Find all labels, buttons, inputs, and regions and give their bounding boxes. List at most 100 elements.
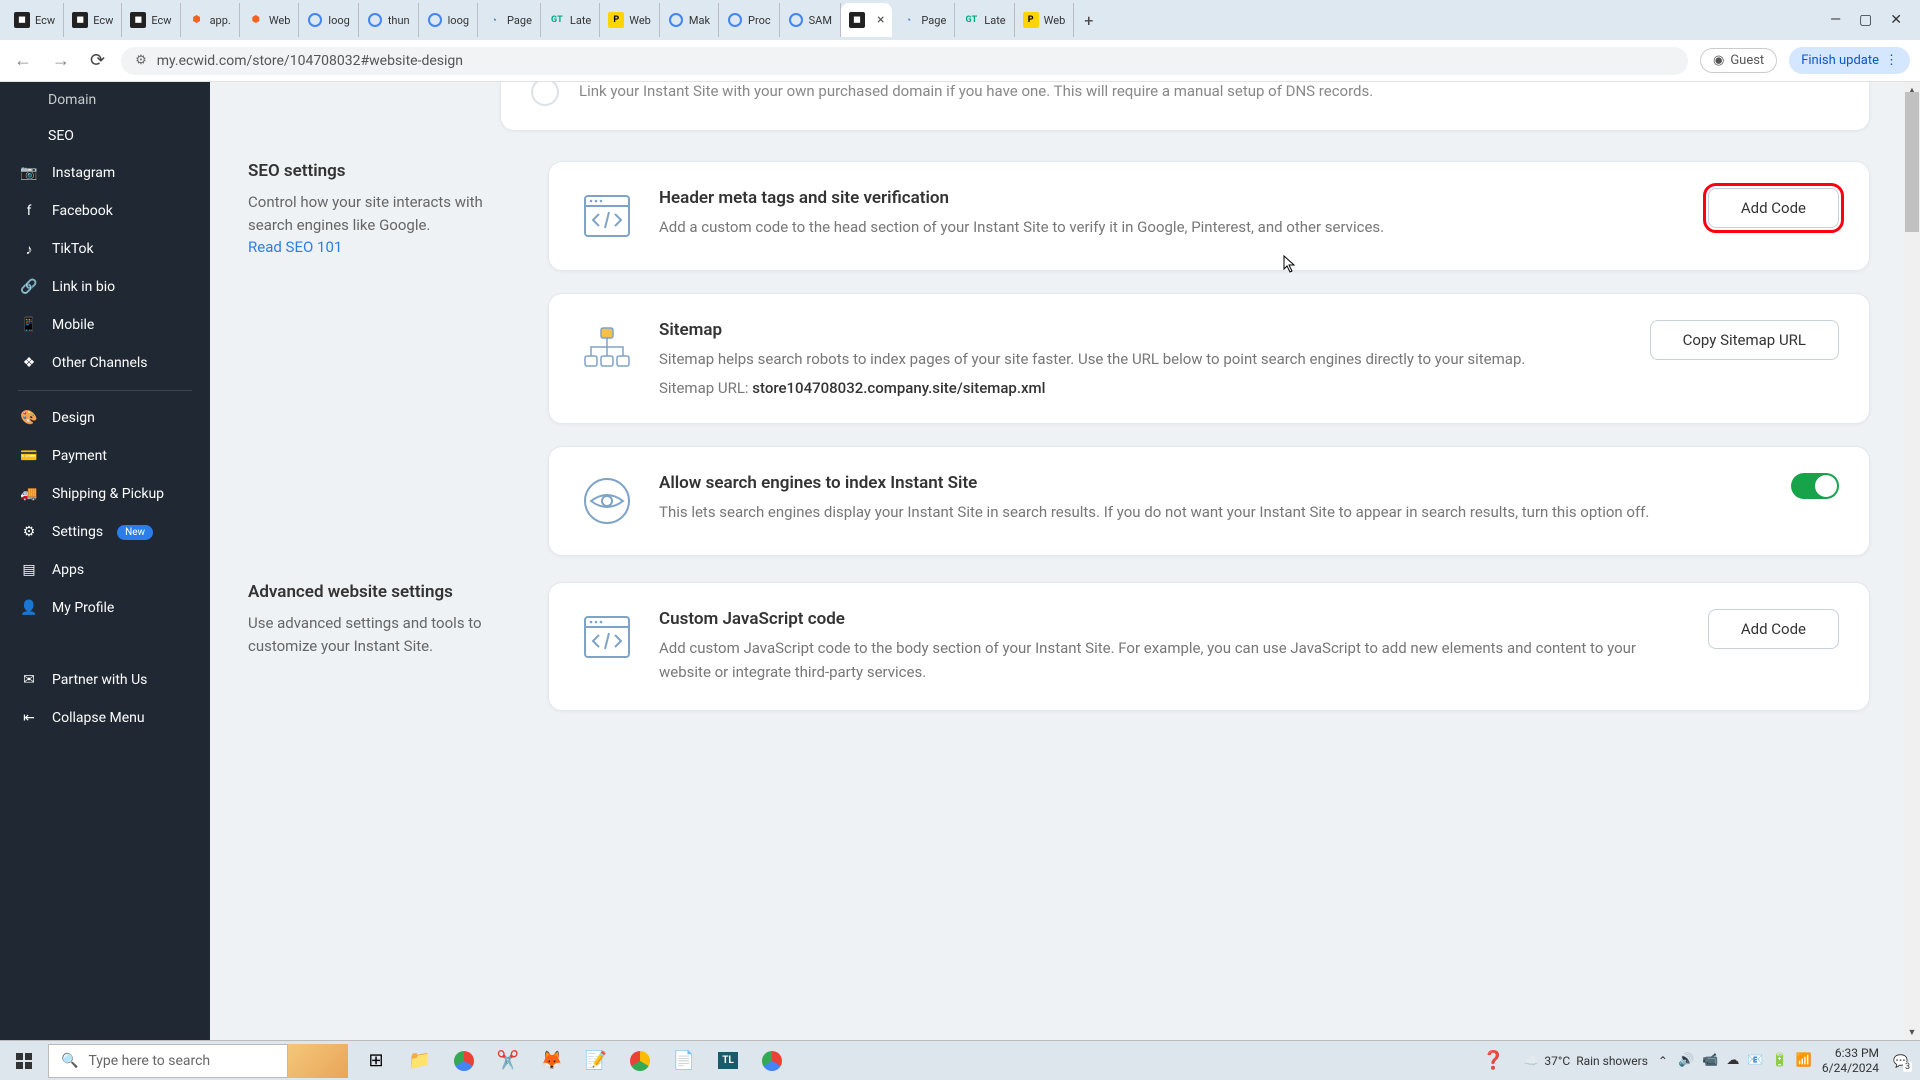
task-view-button[interactable]: ⊞ (356, 1041, 396, 1080)
main-content: Link your Instant Site with your own pur… (210, 82, 1920, 1040)
browser-tab[interactable]: Mak (660, 3, 719, 37)
taskbar-search[interactable]: 🔍 Type here to search (48, 1044, 288, 1078)
index-toggle[interactable] (1791, 473, 1839, 499)
sitemap-url-value: store104708032.company.site/sitemap.xml (752, 379, 1045, 397)
url-text: my.ecwid.com/store/104708032#website-des… (157, 53, 463, 69)
new-tab-button[interactable]: + (1074, 11, 1103, 30)
seo-section-title: SEO settings (248, 161, 510, 181)
weather-widget[interactable]: ☁️ 37°C Rain showers (1523, 1054, 1647, 1068)
back-button[interactable]: ← (10, 46, 36, 75)
maximize-button[interactable]: ▢ (1859, 12, 1872, 28)
tiktok-icon: ♪ (20, 240, 38, 258)
sidebar-item-collapse-menu[interactable]: ⇤Collapse Menu (0, 699, 210, 737)
kebab-icon: ⋮ (1885, 53, 1898, 68)
minimize-button[interactable]: — (1830, 12, 1841, 28)
browser-tab[interactable]: ◼× (841, 3, 892, 37)
chrome-icon[interactable] (444, 1041, 484, 1080)
sidebar-item-mobile[interactable]: 📱Mobile (0, 306, 210, 344)
browser-tab[interactable]: ◔Page (892, 3, 955, 37)
sitemap-icon (579, 320, 635, 376)
reload-button[interactable]: ⟳ (86, 46, 109, 75)
onedrive-icon[interactable]: ☁ (1726, 1053, 1739, 1068)
tray-expand-icon[interactable]: ⌃ (1658, 1054, 1668, 1068)
url-input[interactable]: ⚙ my.ecwid.com/store/104708032#website-d… (121, 47, 1688, 75)
browser-tab[interactable]: thun (359, 3, 419, 37)
browser-tab[interactable]: ◼Ecw (122, 3, 180, 37)
browser-tab[interactable]: GTLate (955, 3, 1014, 37)
search-highlight-image (288, 1044, 348, 1078)
site-settings-icon[interactable]: ⚙ (135, 53, 147, 68)
scroll-down-arrow[interactable]: ▼ (1904, 1024, 1920, 1040)
sidebar-item-link-in-bio[interactable]: 🔗Link in bio (0, 268, 210, 306)
seo-101-link[interactable]: Read SEO 101 (248, 238, 342, 256)
scrollbar[interactable]: ▲ ▼ (1904, 82, 1920, 1040)
sidebar-item-settings[interactable]: ⚙SettingsNew (0, 513, 210, 551)
browser-tab[interactable]: Proc (719, 3, 780, 37)
apps-icon: ▤ (20, 561, 38, 579)
browser-tab[interactable]: SAM (780, 3, 841, 37)
profile-icon: 👤 (20, 599, 38, 617)
chrome-canary-icon[interactable] (620, 1041, 660, 1080)
guest-icon: ◉ (1713, 53, 1724, 68)
browser-tab[interactable]: ◔Page (478, 3, 541, 37)
windows-taskbar: 🔍 Type here to search ⊞ 📁 ✂️ 🦊 📝 📄 TL ❓ … (0, 1040, 1920, 1080)
forward-button[interactable]: → (48, 46, 74, 75)
sidebar-item-seo[interactable]: SEO (0, 118, 210, 154)
browser-tab[interactable]: ◼Ecw (6, 3, 64, 37)
chrome-active-icon[interactable] (752, 1041, 792, 1080)
browser-tab[interactable]: PWeb (600, 3, 660, 37)
clock[interactable]: 6:33 PM 6/24/2024 (1822, 1046, 1879, 1075)
finish-update-button[interactable]: Finish update ⋮ (1789, 47, 1910, 74)
close-window-button[interactable]: ✕ (1890, 12, 1902, 28)
meet-now-icon[interactable]: 📹 (1702, 1053, 1718, 1068)
start-button[interactable] (0, 1041, 48, 1080)
firefox-icon[interactable]: 🦊 (532, 1041, 572, 1080)
index-text: This lets search engines display your In… (659, 501, 1757, 524)
snip-tool-icon[interactable]: ✂️ (488, 1041, 528, 1080)
browser-tab[interactable]: ⬢app. (181, 3, 240, 37)
sidebar-item-facebook[interactable]: fFacebook (0, 192, 210, 230)
add-js-code-button[interactable]: Add Code (1708, 609, 1839, 649)
browser-tab[interactable]: loog (419, 3, 478, 37)
sidebar-item-partner-with-us[interactable]: ✉Partner with Us (0, 661, 210, 699)
wifi-icon[interactable]: 📶 (1796, 1053, 1812, 1068)
volume-icon[interactable]: 🔊 (1678, 1053, 1694, 1068)
browser-tab[interactable]: PWeb (1015, 3, 1075, 37)
sidebar-item-other-channels[interactable]: ❖Other Channels (0, 344, 210, 382)
browser-tab[interactable]: GTLate (541, 3, 600, 37)
payment-icon: 💳 (20, 447, 38, 465)
sidebar-item-shipping-pickup[interactable]: 🚚Shipping & Pickup (0, 475, 210, 513)
sidebar-item-apps[interactable]: ▤Apps (0, 551, 210, 589)
advanced-section: Advanced website settings Use advanced s… (210, 582, 1920, 737)
sidebar-item-my-profile[interactable]: 👤My Profile (0, 589, 210, 627)
profile-button[interactable]: ◉ Guest (1700, 48, 1777, 73)
sidebar-item-domain[interactable]: Domain (0, 82, 210, 118)
notes-icon[interactable]: 📝 (576, 1041, 616, 1080)
browser-tab[interactable]: ⬢Web (240, 3, 300, 37)
scrollbar-thumb[interactable] (1905, 92, 1919, 232)
help-icon[interactable]: ❓ (1473, 1041, 1513, 1080)
copy-sitemap-button[interactable]: Copy Sitemap URL (1650, 320, 1839, 360)
tl-app-icon[interactable]: TL (708, 1041, 748, 1080)
window-controls: — ▢ ✕ (1818, 12, 1914, 28)
collapse-icon: ⇤ (20, 709, 38, 727)
file-explorer-icon[interactable]: 📁 (400, 1041, 440, 1080)
add-code-button[interactable]: Add Code (1708, 188, 1839, 228)
battery-icon[interactable]: 🔋 (1772, 1053, 1788, 1068)
browser-tab[interactable]: loog (299, 3, 358, 37)
sidebar-item-tiktok[interactable]: ♪TikTok (0, 230, 210, 268)
close-tab-icon[interactable]: × (877, 12, 884, 28)
sidebar-item-design[interactable]: 🎨Design (0, 399, 210, 437)
sidebar-item-payment[interactable]: 💳Payment (0, 437, 210, 475)
custom-js-title: Custom JavaScript code (659, 609, 1674, 629)
mail-icon[interactable]: 📧 (1747, 1053, 1763, 1068)
shipping-icon: 🚚 (20, 485, 38, 503)
sidebar-item-instagram[interactable]: 📷Instagram (0, 154, 210, 192)
index-title: Allow search engines to index Instant Si… (659, 473, 1757, 493)
link-icon: 🔗 (20, 278, 38, 296)
browser-tab[interactable]: ◼Ecw (64, 3, 122, 37)
notifications-button[interactable]: 💬 3 (1889, 1050, 1912, 1072)
browser-toolbar: ← → ⟳ ⚙ my.ecwid.com/store/104708032#web… (0, 40, 1920, 82)
notepad-icon[interactable]: 📄 (664, 1041, 704, 1080)
channels-icon: ❖ (20, 354, 38, 372)
